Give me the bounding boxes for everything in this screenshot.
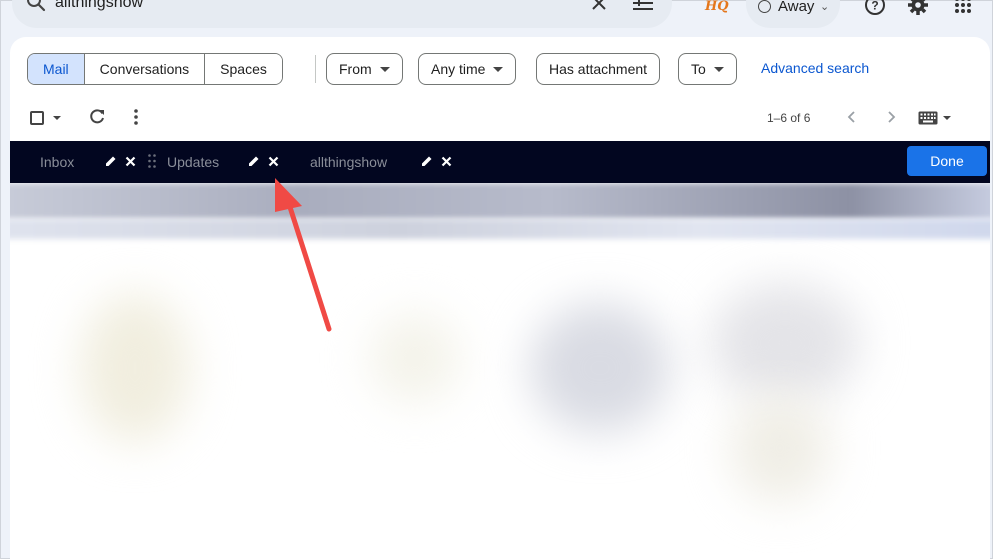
status-dot-icon	[758, 0, 771, 13]
advanced-search-link[interactable]: Advanced search	[761, 60, 869, 76]
blurred-content	[370, 313, 460, 403]
help-icon[interactable]: ?	[864, 0, 886, 16]
gear-icon[interactable]	[907, 0, 929, 16]
blurred-content	[710, 283, 860, 403]
done-button[interactable]: Done	[907, 146, 987, 176]
pencil-icon[interactable]	[248, 155, 260, 167]
blurred-content	[80, 293, 190, 443]
search-input[interactable]: allthingshow	[55, 0, 143, 12]
search-icon[interactable]	[26, 0, 46, 12]
blurred-content	[530, 303, 670, 433]
any-time-filter-label: Any time	[431, 61, 486, 77]
chevron-down-icon	[493, 66, 504, 72]
chevron-left-icon[interactable]	[845, 110, 859, 124]
has-attachment-label: Has attachment	[549, 61, 648, 77]
filter-divider	[315, 55, 316, 83]
segment-mail[interactable]: Mail	[28, 54, 85, 84]
hq-logo: HQ	[705, 0, 729, 14]
more-icon[interactable]	[132, 108, 140, 126]
tab-updates[interactable]: Updates	[167, 154, 219, 170]
close-icon[interactable]	[441, 156, 452, 167]
any-time-filter-chip[interactable]: Any time	[418, 53, 517, 85]
blurred-email-list	[10, 183, 990, 559]
tune-icon[interactable]	[632, 0, 654, 12]
top-bar: allthingshow HQ Away ⌄ ?	[0, 0, 993, 32]
pencil-icon[interactable]	[421, 155, 433, 167]
keyboard-icon[interactable]	[918, 111, 938, 125]
blurred-content	[730, 393, 830, 503]
segment-conversations[interactable]: Conversations	[84, 54, 206, 84]
chevron-down-icon	[713, 66, 724, 72]
svg-text:?: ?	[871, 0, 878, 13]
has-attachment-chip[interactable]: Has attachment	[536, 53, 661, 85]
tab-inbox[interactable]: Inbox	[40, 154, 74, 170]
mail-panel: Mail Conversations Spaces From Any time …	[10, 37, 990, 559]
page-count: 1–6 of 6	[767, 111, 811, 125]
chevron-down-icon: ⌄	[820, 1, 830, 13]
blurred-row	[10, 219, 990, 239]
apps-icon[interactable]	[954, 0, 972, 14]
chevron-right-icon[interactable]	[884, 110, 898, 124]
from-filter-label: From	[339, 61, 372, 77]
from-filter-chip[interactable]: From	[326, 53, 403, 85]
select-menu-chevron-icon[interactable]	[53, 116, 61, 120]
drag-handle-icon[interactable]	[147, 153, 157, 169]
status-label: Away	[778, 0, 815, 15]
blurred-row	[10, 183, 990, 219]
close-icon[interactable]	[125, 156, 136, 167]
to-filter-chip[interactable]: To	[678, 53, 737, 85]
to-filter-label: To	[691, 61, 706, 77]
input-tools-chevron-icon[interactable]	[943, 116, 951, 120]
pencil-icon[interactable]	[105, 155, 117, 167]
segment-spaces[interactable]: Spaces	[205, 54, 282, 84]
select-all-checkbox[interactable]	[30, 111, 44, 125]
refresh-icon[interactable]	[88, 108, 106, 126]
close-icon[interactable]	[268, 156, 279, 167]
chevron-down-icon	[379, 66, 390, 72]
tab-allthingshow[interactable]: allthingshow	[310, 154, 387, 170]
tab-editor-bar: Inbox Updates allthingshow Done	[10, 141, 990, 183]
clear-icon[interactable]	[590, 0, 608, 12]
search-scope-segments: Mail Conversations Spaces	[27, 53, 283, 85]
